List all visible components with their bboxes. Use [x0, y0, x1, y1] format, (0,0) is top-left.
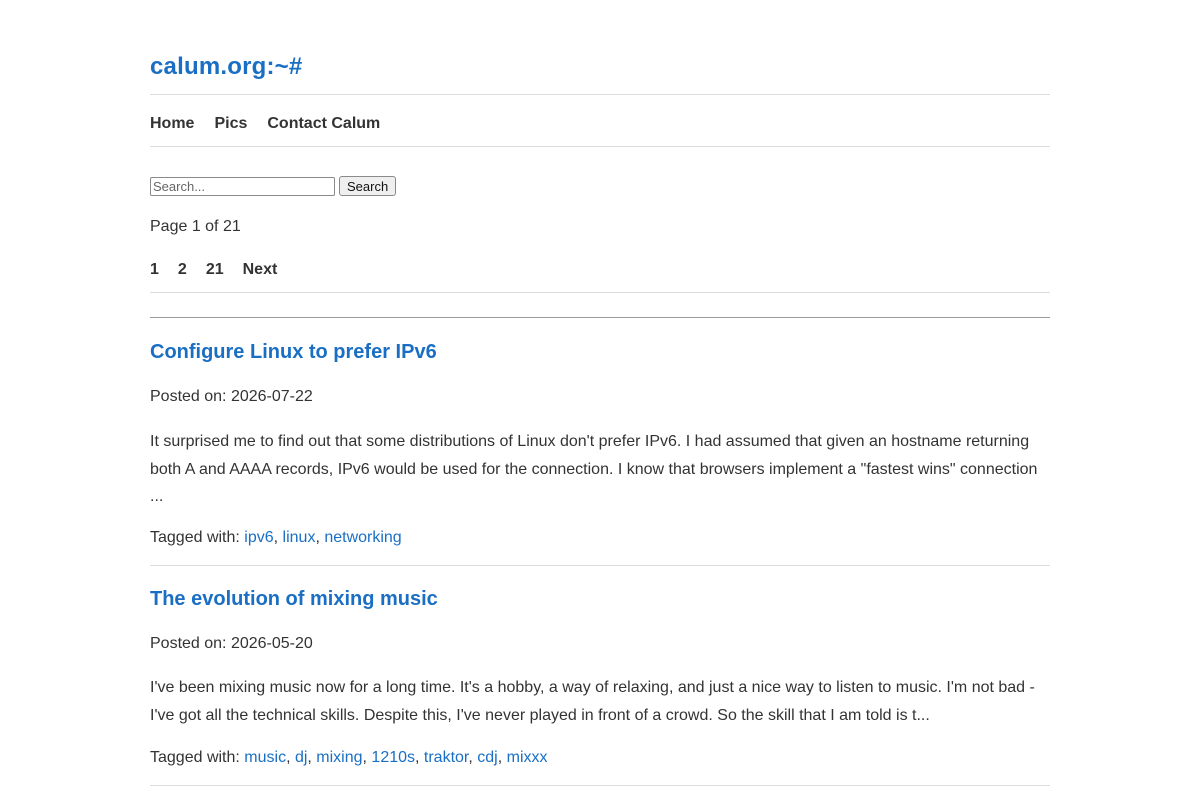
post-date-prefix: Posted on:	[150, 388, 231, 405]
post-date-value: 2026-07-22	[230, 388, 313, 405]
tag-link[interactable]: mixing	[316, 749, 362, 766]
post-title-link[interactable]: Configure Linux to prefer IPv6	[150, 341, 1050, 364]
tag-link[interactable]: linux	[283, 529, 316, 546]
nav-divider	[150, 146, 1050, 147]
page-link-next[interactable]: Next	[243, 261, 278, 279]
tag-link[interactable]: cdj	[477, 749, 497, 766]
post-excerpt: I've been mixing music now for a long ti…	[150, 679, 1035, 724]
post-date-value: 2026-05-20	[230, 635, 313, 652]
page-link-1[interactable]: 1	[150, 261, 159, 279]
tag-link[interactable]: music	[244, 749, 286, 766]
page-link-21[interactable]: 21	[206, 261, 224, 279]
post-divider	[150, 785, 1050, 786]
post-tags: Tagged with: ipv6, linux, networking	[150, 529, 402, 546]
post-date-prefix: Posted on:	[150, 635, 231, 652]
header-divider	[150, 94, 1050, 95]
post-date: Posted on: 2026-05-20	[150, 635, 313, 653]
site-title-link[interactable]: calum.org:~#	[150, 53, 302, 81]
search-form: Search	[150, 176, 397, 196]
tag-link[interactable]: networking	[324, 529, 401, 546]
pagination-divider	[150, 292, 1050, 293]
post-title-link[interactable]: The evolution of mixing music	[150, 588, 1050, 611]
post-tags: Tagged with: music, dj, mixing, 1210s, t…	[150, 749, 548, 766]
page-info: Page 1 of 21	[150, 218, 241, 235]
post-item: The evolution of mixing music Posted on:…	[150, 588, 1050, 786]
post-item: Configure Linux to prefer IPv6 Posted on…	[150, 341, 1050, 566]
post-divider	[150, 565, 1050, 566]
tag-link[interactable]: dj	[295, 749, 307, 766]
nav-home[interactable]: Home	[150, 115, 194, 133]
nav-pics[interactable]: Pics	[214, 115, 247, 133]
nav-contact[interactable]: Contact Calum	[267, 115, 380, 133]
main-nav: Home Pics Contact Calum	[150, 115, 380, 133]
tags-prefix: Tagged with:	[150, 749, 245, 766]
tag-link[interactable]: traktor	[424, 749, 468, 766]
tags-prefix: Tagged with:	[150, 529, 245, 546]
post-excerpt: It surprised me to find out that some di…	[150, 433, 1038, 505]
pagination: 1 2 21 Next	[150, 261, 277, 279]
search-input[interactable]	[150, 176, 335, 196]
tag-link[interactable]: ipv6	[244, 529, 273, 546]
content-divider	[150, 317, 1050, 318]
tag-link[interactable]: mixxx	[507, 749, 548, 766]
page-link-2[interactable]: 2	[178, 261, 187, 279]
search-button[interactable]: Search	[339, 176, 397, 196]
post-date: Posted on: 2026-07-22	[150, 388, 313, 406]
tag-link[interactable]: 1210s	[371, 749, 415, 766]
